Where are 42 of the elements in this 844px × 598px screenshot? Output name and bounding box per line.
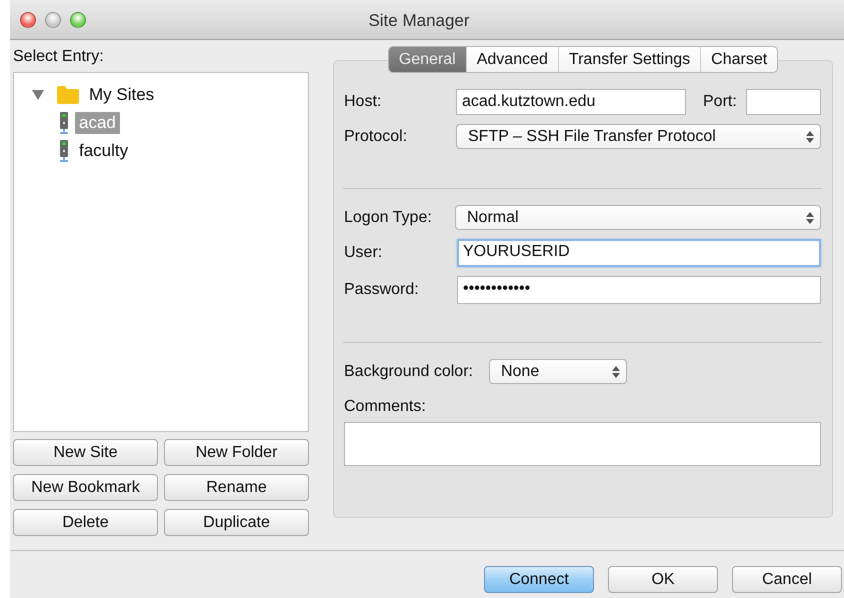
entry-button[interactable]: Rename [164,474,309,501]
tab[interactable]: Transfer Settings [558,47,700,72]
protocol-select[interactable]: SFTP – SSH File Transfer Protocol [456,124,821,149]
select-entry-label: Select Entry: [13,47,105,67]
field-label: Host: [344,93,382,111]
stepper-icon [612,366,620,378]
expand-arrow-icon[interactable] [32,90,44,100]
stepper-icon [806,130,814,142]
field-label: Password: [344,281,420,299]
field-label: Comments: [344,398,426,416]
field-label: Port: [703,93,737,111]
host-field[interactable]: acad.kutztown.edu [456,89,686,115]
site-tree[interactable]: My Sites acad faculty [13,72,309,432]
field-label: Protocol: [344,128,408,146]
connect-button[interactable]: Connect [484,566,594,593]
tree-item[interactable]: faculty [75,140,132,162]
background-color-select[interactable]: None [488,359,627,384]
minimize-button[interactable] [45,12,61,28]
comments-field[interactable] [344,422,821,466]
server-icon [59,140,69,162]
folder-icon [57,86,79,104]
logon-type-select[interactable]: Normal [455,205,821,230]
user-field[interactable]: YOURUSERID [457,239,821,267]
dialog-button[interactable]: OK [608,566,718,593]
dialog-button[interactable]: Cancel [732,566,842,593]
close-button[interactable] [20,12,36,28]
entry-button[interactable]: New Folder [164,439,309,466]
stepper-icon [806,212,814,224]
window-title: Site Manager [368,11,470,30]
field-label: User: [344,244,384,262]
entry-button[interactable]: New Bookmark [13,474,158,501]
field-label: Background color: [344,362,473,380]
entry-button[interactable]: New Site [13,439,158,466]
entry-button[interactable]: Duplicate [164,509,309,536]
server-icon [59,112,69,134]
field-label: Logon Type: [344,208,433,226]
tab[interactable]: Advanced [466,47,558,72]
entry-button[interactable]: Delete [13,509,158,536]
password-field[interactable]: •••••••••••• [457,276,821,304]
zoom-button[interactable] [70,12,86,28]
tree-item[interactable]: My Sites [85,84,158,106]
port-field[interactable] [746,89,821,115]
